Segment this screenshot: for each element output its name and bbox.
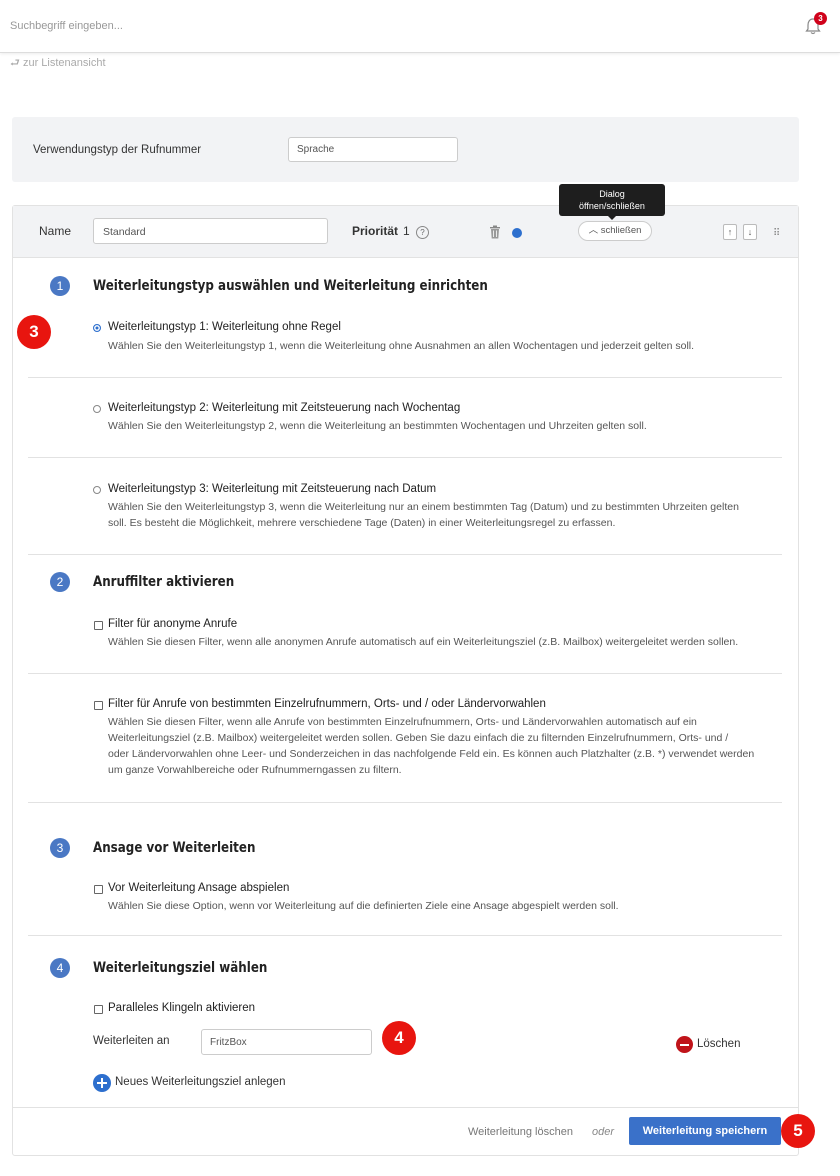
annotation-badge-5: 5 — [781, 1114, 815, 1148]
type-3-radio[interactable] — [93, 486, 101, 494]
parallel-ring-label: Paralleles Klingeln aktivieren — [108, 1002, 256, 1014]
divider — [28, 802, 782, 803]
step-1-circle: 1 — [50, 276, 70, 296]
help-icon[interactable]: ? — [416, 226, 429, 239]
back-link-label: zur Listenansicht — [22, 57, 106, 69]
type-2-title: Weiterleitungstyp 2: Weiterleitung mit Z… — [108, 402, 461, 414]
tooltip-line2: öffnen/schließen — [579, 201, 645, 211]
number-filter-desc-line3: oder Ländervorwahlen ohne Leer- und Sond… — [108, 748, 755, 760]
number-filter-checkbox[interactable] — [94, 701, 103, 710]
number-filter-desc-line1: Wählen Sie diesen Filter, wenn alle Anru… — [108, 716, 697, 728]
add-target-button[interactable]: Neues Weiterleitungsziel anlegen — [115, 1076, 285, 1088]
name-field[interactable]: Standard — [93, 218, 328, 244]
number-filter-desc-line4: um ganze Vorwahlbereiche oder Rufnummern… — [108, 764, 402, 776]
name-label: Name — [39, 224, 72, 238]
usage-type-field[interactable]: Sprache — [288, 137, 458, 162]
close-toggle-label: schließen — [600, 225, 642, 236]
number-filter-title: Filter für Anrufe von bestimmten Einzelr… — [108, 698, 546, 710]
divider — [28, 457, 782, 458]
step-4-circle: 4 — [50, 958, 70, 978]
type-1-desc: Wählen Sie den Weiterleitungstyp 1, wenn… — [108, 340, 695, 352]
priority-value: 1 — [403, 224, 410, 238]
announce-title: Vor Weiterleitung Ansage abspielen — [108, 882, 290, 894]
anon-filter-desc: Wählen Sie diesen Filter, wenn alle anon… — [108, 636, 739, 648]
divider — [28, 377, 782, 378]
forward-to-label: Weiterleiten an — [93, 1035, 170, 1047]
search-input[interactable]: Suchbegriff eingeben... — [10, 20, 123, 32]
type-3-desc-line2: soll. Es besteht die Möglichkeit, mehrer… — [108, 517, 616, 529]
status-dot-icon[interactable] — [512, 228, 522, 238]
section-4-title: Weiterleitungsziel wählen — [93, 960, 268, 976]
tooltip-arrow — [607, 215, 617, 220]
step-2-circle: 2 — [50, 572, 70, 592]
anon-filter-checkbox[interactable] — [94, 621, 103, 630]
move-up-button[interactable]: ↑ — [723, 224, 737, 240]
announce-checkbox[interactable] — [94, 885, 103, 894]
add-icon[interactable] — [93, 1074, 111, 1092]
tooltip: Dialog öffnen/schließen — [559, 184, 665, 216]
forward-to-field[interactable]: FritzBox — [201, 1029, 372, 1055]
delete-target-button[interactable]: Löschen — [697, 1038, 740, 1050]
or-text: oder — [592, 1126, 615, 1138]
close-dialog-toggle[interactable]: ︿ schließen — [578, 221, 652, 241]
usage-type-label: Verwendungstyp der Rufnummer — [33, 144, 202, 156]
save-forwarding-button[interactable]: Weiterleitung speichern — [629, 1117, 781, 1145]
tooltip-line1: Dialog — [599, 189, 625, 199]
section-1-title: Weiterleitungstyp auswählen und Weiterle… — [93, 278, 488, 294]
divider — [28, 554, 782, 555]
priority-label: Priorität — [352, 224, 399, 238]
delete-forwarding-link[interactable]: Weiterleitung löschen — [468, 1126, 573, 1138]
type-3-desc-line1: Wählen Sie den Weiterleitungstyp 3, wenn… — [108, 501, 739, 513]
type-1-title: Weiterleitungstyp 1: Weiterleitung ohne … — [108, 321, 341, 333]
move-down-button[interactable]: ↓ — [743, 224, 757, 240]
type-3-title: Weiterleitungstyp 3: Weiterleitung mit Z… — [108, 483, 437, 495]
remove-icon[interactable] — [676, 1036, 693, 1053]
step-3-circle: 3 — [50, 838, 70, 858]
section-3-title: Ansage vor Weiterleiten — [93, 840, 256, 856]
divider — [28, 673, 782, 674]
annotation-badge-3: 3 — [17, 315, 51, 349]
divider — [28, 935, 782, 936]
notification-badge: 3 — [814, 12, 827, 25]
trash-icon[interactable] — [489, 225, 501, 239]
number-filter-desc-line2: Weiterleitungsziel (z.B. Mailbox) weiter… — [108, 732, 729, 744]
back-to-list-link[interactable]: ⮐ zur Listenansicht — [10, 54, 106, 73]
type-2-desc: Wählen Sie den Weiterleitungstyp 2, wenn… — [108, 420, 647, 432]
drag-handle-icon[interactable]: ⠿ — [773, 228, 780, 239]
type-1-radio[interactable] — [93, 324, 101, 332]
announce-desc: Wählen Sie diese Option, wenn vor Weiter… — [108, 900, 619, 912]
type-2-radio[interactable] — [93, 405, 101, 413]
top-bar — [0, 0, 840, 53]
anon-filter-title: Filter für anonyme Anrufe — [108, 618, 238, 630]
footer-divider — [13, 1107, 798, 1108]
annotation-badge-4: 4 — [382, 1021, 416, 1055]
chevron-up-icon: ︿ — [588, 225, 601, 236]
back-arrow-icon: ⮐ — [10, 57, 23, 69]
parallel-ring-checkbox[interactable] — [94, 1005, 103, 1014]
section-2-title: Anruffilter aktivieren — [93, 574, 235, 590]
